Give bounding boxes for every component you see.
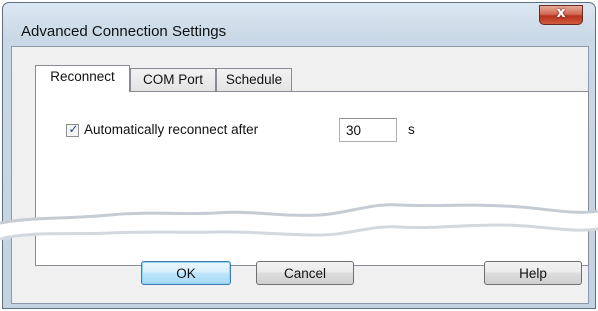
tab-schedule[interactable]: Schedule <box>216 68 292 92</box>
torn-edge-divider <box>0 203 598 241</box>
reconnect-seconds-input[interactable] <box>339 118 397 142</box>
close-icon: x <box>556 5 566 21</box>
tab-reconnect[interactable]: Reconnect <box>35 65 130 92</box>
ok-button[interactable]: OK <box>141 261 231 285</box>
title-bar[interactable]: Advanced Connection Settings x <box>3 3 595 43</box>
auto-reconnect-label[interactable]: Automatically reconnect after <box>84 122 258 137</box>
tab-com-port[interactable]: COM Port <box>130 68 216 92</box>
help-button[interactable]: Help <box>484 261 582 285</box>
auto-reconnect-checkbox[interactable]: ✓ <box>66 122 79 137</box>
cancel-button[interactable]: Cancel <box>256 261 354 285</box>
seconds-unit-label: s <box>408 122 415 137</box>
window-title: Advanced Connection Settings <box>21 23 227 40</box>
checkmark-icon: ✓ <box>68 122 79 136</box>
close-button[interactable]: x <box>539 5 583 25</box>
